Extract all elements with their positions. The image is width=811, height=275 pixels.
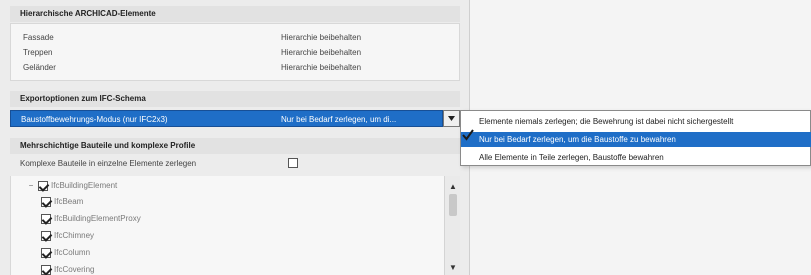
tree-item-ifcbuildingelement[interactable]: − IfcBuildingElement [27,178,117,194]
tree-checkbox[interactable] [41,214,51,224]
arrow-up-icon[interactable]: ▲ [445,180,461,192]
tree-item-label: IfcBuildingElement [51,181,118,190]
scrollbar-thumb[interactable] [449,194,457,216]
chevron-down-icon [448,116,455,121]
hierarchy-row-gelaender[interactable]: Geländer Hierarchie beibehalten [11,60,459,75]
dropdown-option-split-all[interactable]: Alle Elemente in Teile zerlegen, Baustof… [461,150,811,165]
tree-checkbox[interactable] [41,231,51,241]
multilayer-option-row[interactable]: Komplexe Bauteile in einzelne Elemente z… [10,156,460,171]
row-label: Fassade [23,33,54,42]
tree-item-ifcbeam[interactable]: IfcBeam [41,194,83,210]
tree-item-ifccolumn[interactable]: IfcColumn [41,245,90,261]
dropdown-option-split-if-needed[interactable]: Nur bei Bedarf zerlegen, um die Baustoff… [461,132,811,147]
export-option-value[interactable]: Nur bei Bedarf zerlegen, um di... [281,111,396,128]
tree-scrollbar[interactable]: ▲ ▼ [444,176,460,275]
row-label: Geländer [23,63,56,72]
row-value[interactable]: Hierarchie beibehalten [281,30,361,45]
tree-item-label: IfcCovering [54,265,95,274]
arrow-down-icon[interactable]: ▼ [445,261,461,273]
tree-item-label: IfcBuildingElementProxy [54,214,141,223]
hierarchy-row-fassade[interactable]: Fassade Hierarchie beibehalten [11,30,459,45]
multilayer-option-label: Komplexe Bauteile in einzelne Elemente z… [20,159,197,168]
export-option-label: Baustoffbewehrungs-Modus (nur IFC2x3) [21,115,168,124]
collapse-toggle[interactable]: − [27,178,35,194]
hierarchy-row-treppen[interactable]: Treppen Hierarchie beibehalten [11,45,459,60]
hierarchy-group: Fassade Hierarchie beibehalten Treppen H… [10,23,460,81]
tree-checkbox[interactable] [41,265,51,275]
row-value[interactable]: Hierarchie beibehalten [281,60,361,75]
element-tree: − IfcBuildingElement IfcBeam IfcBuilding… [10,176,444,275]
section-header-hierarchy: Hierarchische ARCHICAD-Elemente [10,6,460,22]
tree-checkbox[interactable] [41,248,51,258]
tree-item-label: IfcBeam [54,197,84,206]
section-header-multilayer: Mehrschichtige Bauteile und komplexe Pro… [10,138,460,154]
dropdown-menu: Elemente niemals zerlegen; die Bewehrung… [460,110,811,166]
multilayer-option-checkbox[interactable] [288,158,298,168]
tree-checkbox[interactable] [41,197,51,207]
tree-item-ifcbuildingelementproxy[interactable]: IfcBuildingElementProxy [41,211,141,227]
row-value[interactable]: Hierarchie beibehalten [281,45,361,60]
tree-checkbox[interactable] [38,181,48,191]
settings-panel: Hierarchische ARCHICAD-Elemente Fassade … [0,0,470,275]
section-header-export: Exportoptionen zum IFC-Schema [10,91,460,107]
row-label: Treppen [23,48,53,57]
tree-item-ifcchimney[interactable]: IfcChimney [41,228,94,244]
dropdown-option-never-split[interactable]: Elemente niemals zerlegen; die Bewehrung… [461,114,811,129]
export-option-row-selected[interactable]: Baustoffbewehrungs-Modus (nur IFC2x3) Nu… [10,110,443,127]
tree-item-label: IfcChimney [54,231,95,240]
tree-item-label: IfcColumn [54,248,91,257]
checkmark-icon [462,129,474,141]
tree-item-ifccovering[interactable]: IfcCovering [41,262,94,275]
dropdown-button[interactable] [443,110,460,127]
